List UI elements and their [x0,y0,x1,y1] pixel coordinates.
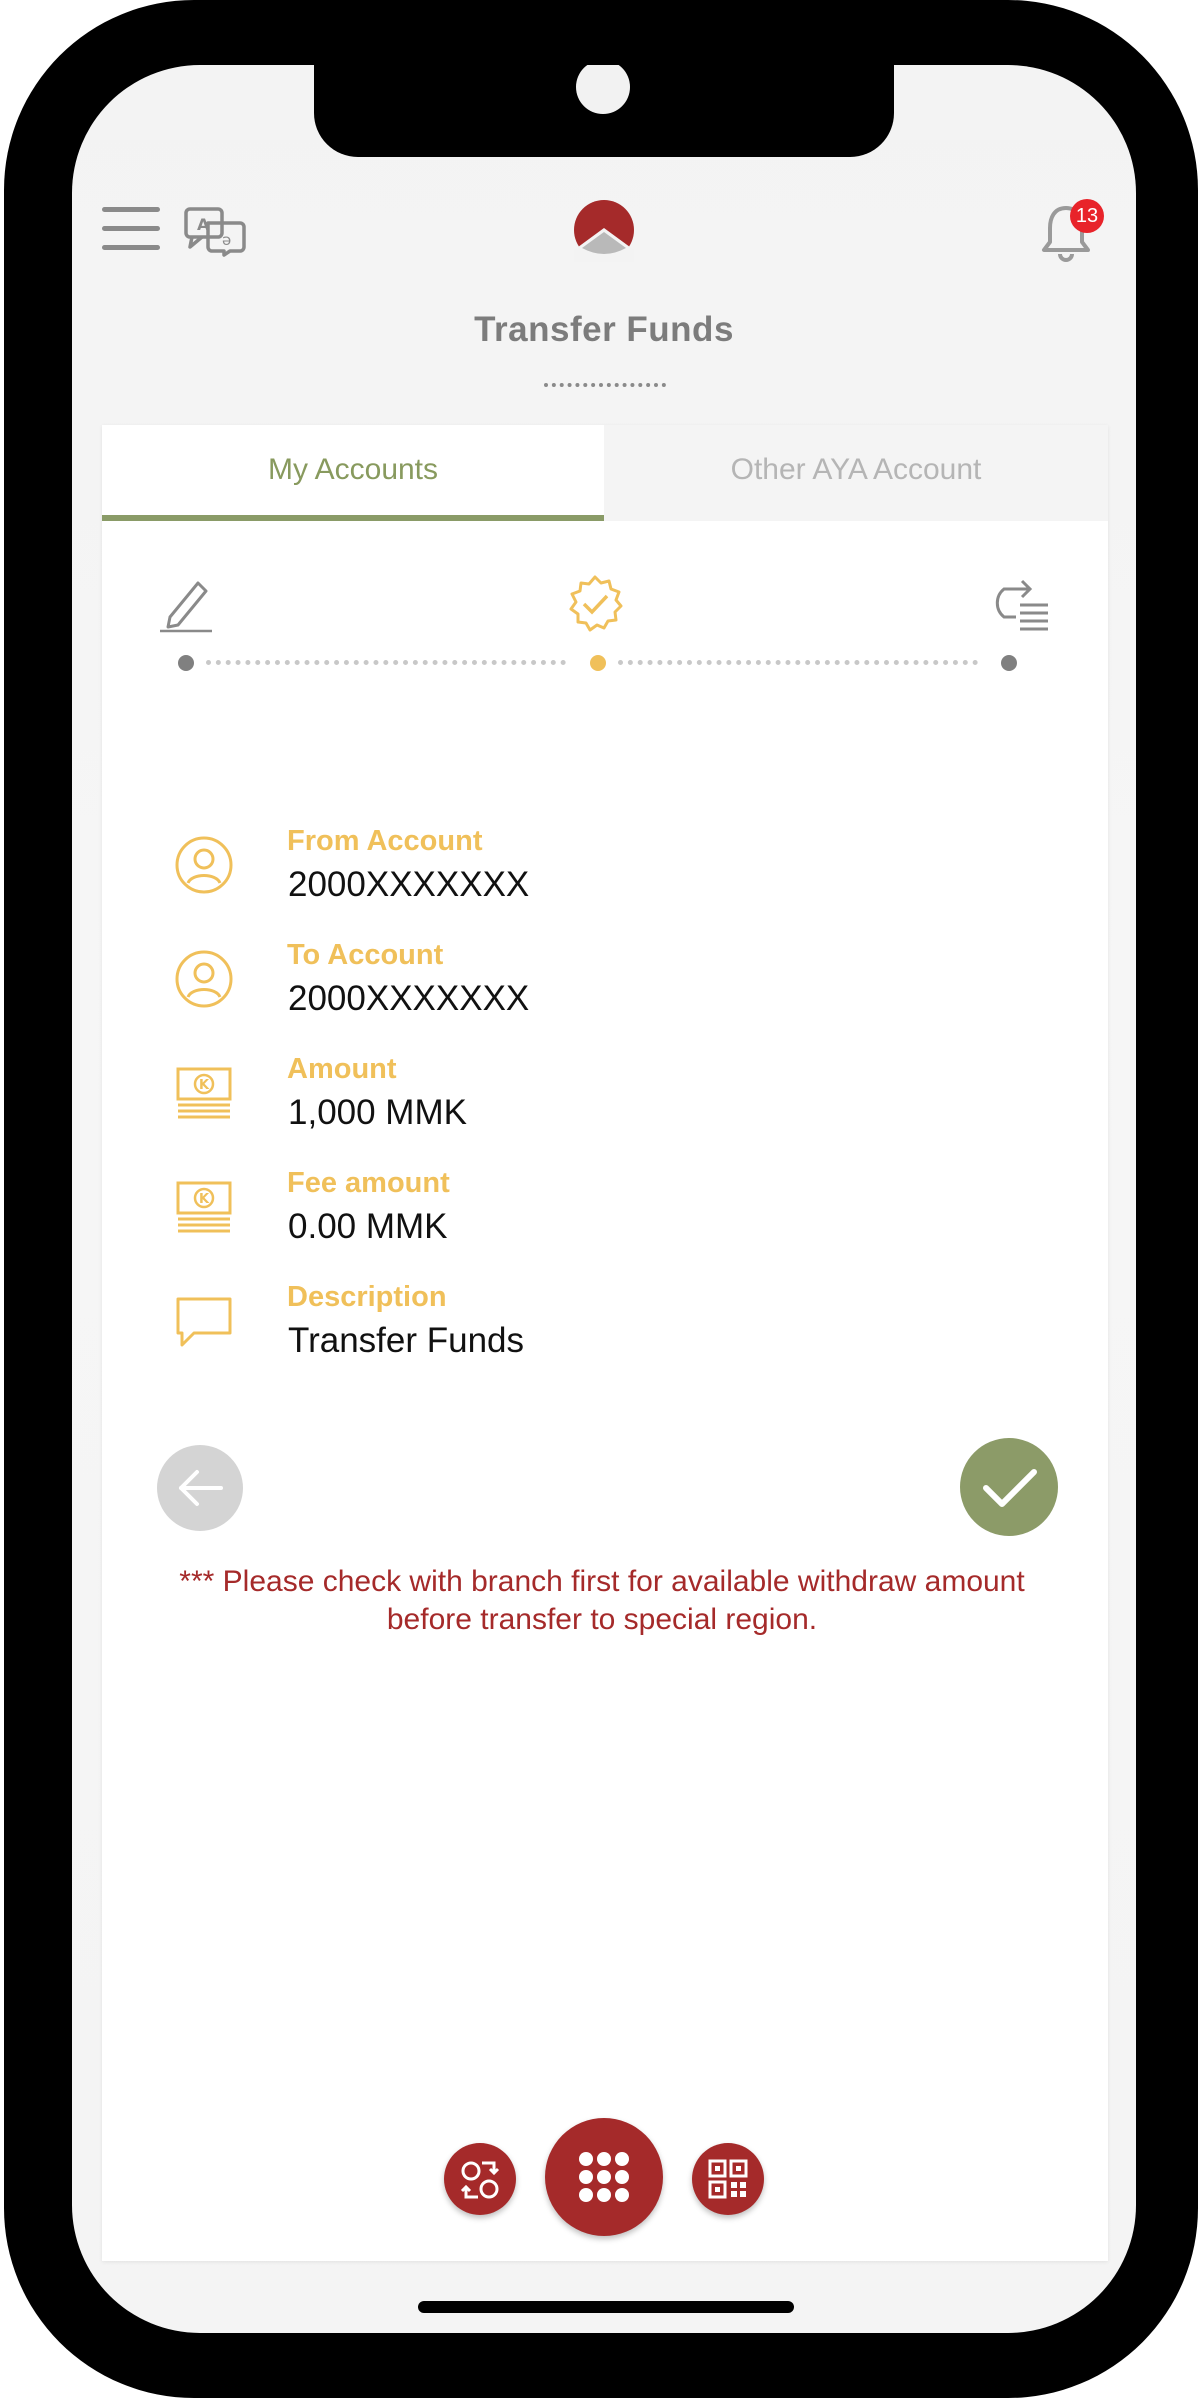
menu-icon[interactable] [102,207,160,251]
to-account-value: 2000XXXXXXX [288,979,530,1018]
description-label: Description [287,1281,447,1313]
amount-value: 1,000 MMK [288,1093,467,1132]
step-connector-1 [206,660,566,665]
home-indicator [418,2301,794,2313]
confirm-button[interactable] [960,1438,1058,1536]
user-circle-icon [175,950,233,1008]
tab-my-accounts[interactable]: My Accounts [102,425,604,521]
money-icon: K [176,1067,232,1119]
notification-badge: 13 [1070,199,1104,233]
money-icon: K [176,1181,232,1233]
phone-frame: A ə 13 Transfer Funds My Accounts Other … [4,0,1198,2398]
step-2-dot [590,655,606,671]
back-button[interactable] [157,1445,243,1531]
verify-step-icon [569,575,623,632]
step-connector-2 [618,660,978,665]
account-tabs: My Accounts Other AYA Account [102,425,1108,521]
detail-row-to-account: To Account 2000XXXXXXX [102,939,1108,1039]
main-menu-button[interactable] [545,2118,663,2236]
grid-icon [579,2152,629,2202]
edit-step-icon [160,581,212,633]
checkmark-icon [983,1469,1037,1507]
tab-other-aya-account[interactable]: Other AYA Account [604,425,1108,521]
arrow-left-icon [179,1470,223,1506]
svg-text:ə: ə [222,231,231,249]
svg-text:K: K [199,1078,210,1093]
svg-text:K: K [199,1192,210,1207]
transfer-shortcut-button[interactable] [444,2143,516,2215]
title-divider [544,383,666,387]
page-title: Transfer Funds [474,310,734,349]
from-account-label: From Account [287,825,483,857]
svg-text:A: A [197,215,210,234]
result-step-icon [995,579,1048,631]
qr-code-icon [708,2159,748,2199]
from-account-value: 2000XXXXXXX [288,865,530,904]
app-screen: A ə 13 Transfer Funds My Accounts Other … [72,65,1136,2333]
to-account-label: To Account [287,939,444,971]
fee-amount-value: 0.00 MMK [288,1207,448,1246]
step-1-dot [178,655,194,671]
detail-row-from-account: From Account 2000XXXXXXX [102,825,1108,925]
amount-label: Amount [287,1053,397,1085]
fee-amount-label: Fee amount [287,1167,450,1199]
language-icon[interactable]: A ə [184,205,246,257]
detail-row-description: Description Transfer Funds [102,1281,1108,1381]
progress-stepper [102,575,1108,695]
step-3-dot [1001,655,1017,671]
bank-logo-icon [574,200,634,262]
user-circle-icon [175,836,233,894]
qr-scan-button[interactable] [692,2143,764,2215]
chat-bubble-icon [176,1297,232,1347]
special-region-notice: *** Please check with branch first for a… [179,1565,1025,1636]
description-value: Transfer Funds [288,1321,525,1360]
detail-row-fee-amount: K Fee amount 0.00 MMK [102,1167,1108,1267]
exchange-icon [460,2161,500,2199]
transfer-card: My Accounts Other AYA Account From Accou… [102,425,1108,2261]
detail-row-amount: K Amount 1,000 MMK [102,1053,1108,1153]
